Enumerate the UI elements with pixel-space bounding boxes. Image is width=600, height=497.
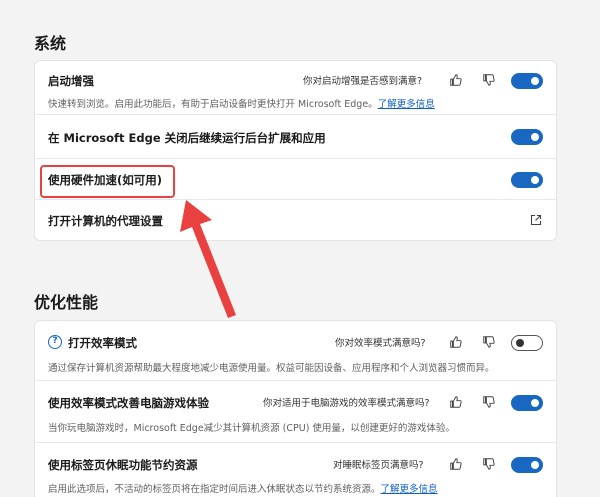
setting-row-efficiency-mode: ? 打开效率模式 你对效率模式满意吗? 通过保存计算机资源帮助最大程度地减少电源…: [35, 321, 556, 381]
thumbs-up-icon[interactable]: [449, 335, 463, 349]
setting-row-proxy[interactable]: 打开计算机的代理设置: [35, 200, 556, 240]
thumbs-down-icon[interactable]: [482, 395, 496, 409]
startup-boost-toggle[interactable]: [511, 73, 543, 89]
system-settings-card: 启动增强 你对启动增强是否感到满意? 快速转到浏览。启用此功能后，有助于启动设备…: [34, 60, 557, 241]
setting-row-background-apps: 在 Microsoft Edge 关闭后继续运行后台扩展和应用: [35, 115, 556, 159]
efficiency-mode-toggle[interactable]: [511, 335, 543, 351]
gaming-feedback-question: 你对适用于电脑游戏的效率模式满意吗?: [263, 398, 430, 409]
setting-row-gaming: 使用效率模式改善电脑游戏体验 你对适用于电脑游戏的效率模式满意吗? 当你玩电脑游…: [35, 381, 556, 443]
sleeping-tabs-description: 启用此选项后，不活动的标签页将在指定时间后进入休眠状态以节约系统资源。了解更多信…: [48, 484, 438, 495]
gaming-toggle[interactable]: [511, 395, 543, 411]
section-title-system: 系统: [34, 34, 67, 53]
startup-boost-description: 快速转到浏览。启用此功能后，有助于启动设备时更快打开 Microsoft Edg…: [48, 99, 435, 110]
gaming-title: 使用效率模式改善电脑游戏体验: [48, 396, 209, 410]
thumbs-up-icon[interactable]: [449, 457, 463, 471]
sleeping-tabs-title: 使用标签页休眠功能节约资源: [48, 458, 198, 472]
proxy-settings-title: 打开计算机的代理设置: [48, 214, 163, 228]
sleeping-tabs-feedback-question: 对睡眠标签页满意吗?: [333, 460, 424, 471]
background-apps-title: 在 Microsoft Edge 关闭后继续运行后台扩展和应用: [48, 131, 326, 145]
startup-boost-title: 启动增强: [48, 74, 94, 88]
learn-more-link[interactable]: 了解更多信息: [381, 484, 438, 495]
hardware-acceleration-toggle[interactable]: [511, 172, 543, 188]
learn-more-link[interactable]: 了解更多信息: [378, 99, 435, 110]
efficiency-mode-description: 通过保存计算机资源帮助最大程度地减少电源使用量。权益可能因设备、应用程序和个人浏…: [48, 363, 495, 374]
section-title-performance: 优化性能: [34, 293, 99, 312]
setting-row-sleeping-tabs: 使用标签页休眠功能节约资源 对睡眠标签页满意吗? 启用此选项后，不活动的标签页将…: [35, 443, 556, 497]
thumbs-down-icon[interactable]: [482, 335, 496, 349]
thumbs-down-icon[interactable]: [482, 73, 496, 87]
thumbs-down-icon[interactable]: [482, 457, 496, 471]
background-apps-toggle[interactable]: [511, 129, 543, 145]
sleeping-tabs-toggle[interactable]: [511, 457, 543, 473]
efficiency-mode-title: 打开效率模式: [68, 336, 137, 350]
annotation-highlight-box: [40, 165, 175, 198]
thumbs-up-icon[interactable]: [449, 395, 463, 409]
efficiency-mode-feedback-question: 你对效率模式满意吗?: [335, 338, 426, 349]
external-link-icon[interactable]: [530, 214, 542, 226]
thumbs-up-icon[interactable]: [449, 73, 463, 87]
setting-row-startup-boost: 启动增强 你对启动增强是否感到满意? 快速转到浏览。启用此功能后，有助于启动设备…: [35, 61, 556, 115]
gaming-description: 当你玩电脑游戏时，Microsoft Edge减少其计算机资源 (CPU) 使用…: [48, 423, 455, 434]
performance-settings-card: ? 打开效率模式 你对效率模式满意吗? 通过保存计算机资源帮助最大程度地减少电源…: [34, 320, 557, 497]
startup-boost-feedback-question: 你对启动增强是否感到满意?: [303, 76, 423, 87]
help-icon[interactable]: ?: [48, 335, 62, 349]
